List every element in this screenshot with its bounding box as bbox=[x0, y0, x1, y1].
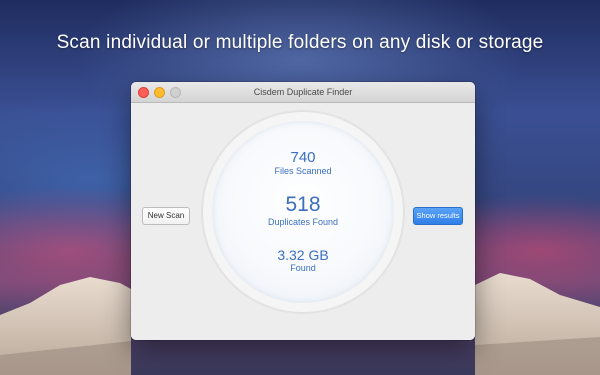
duplicates-found-value: 518 bbox=[285, 193, 321, 216]
files-scanned-label: Files Scanned bbox=[274, 166, 332, 176]
duplicates-found-label: Duplicates Found bbox=[267, 217, 339, 227]
main-content: New Scan 740 Files Scanned 518 Duplicate… bbox=[131, 103, 475, 340]
size-found-label: Found bbox=[290, 263, 316, 273]
headline: Scan individual or multiple folders on a… bbox=[56, 32, 544, 53]
size-found-value: 3.32 GB bbox=[277, 247, 329, 263]
new-scan-button[interactable]: New Scan bbox=[142, 207, 190, 225]
files-scanned-value: 740 bbox=[290, 149, 316, 166]
results-ring: 740 Files Scanned 518 Duplicates Found 3… bbox=[202, 111, 404, 313]
size-found-stat: 3.32 GB Found bbox=[212, 247, 394, 273]
files-scanned-stat: 740 Files Scanned bbox=[212, 149, 394, 176]
results-circle: 740 Files Scanned 518 Duplicates Found 3… bbox=[212, 121, 394, 303]
title-bar[interactable]: Cisdem Duplicate Finder bbox=[131, 82, 475, 103]
duplicates-found-stat: 518 Duplicates Found bbox=[212, 193, 394, 227]
show-results-button[interactable]: Show results bbox=[413, 207, 463, 225]
app-window: Cisdem Duplicate Finder New Scan 740 Fil… bbox=[131, 82, 475, 340]
window-title: Cisdem Duplicate Finder bbox=[253, 87, 353, 97]
